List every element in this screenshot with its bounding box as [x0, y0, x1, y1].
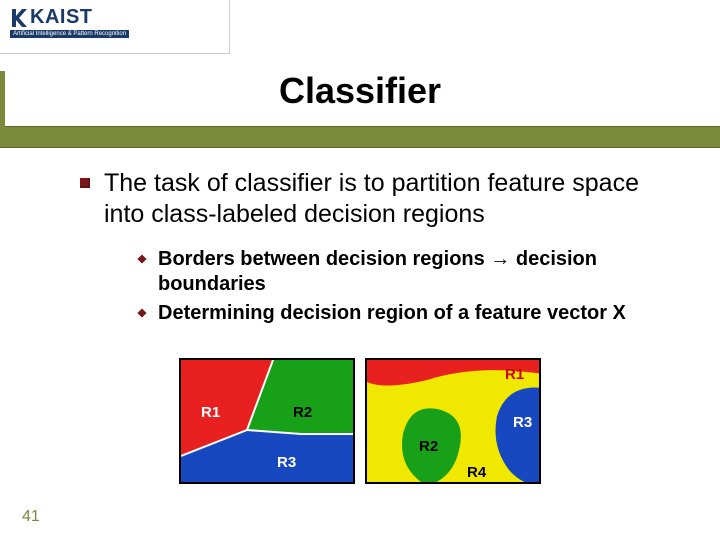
bullet-main-text: The task of classifier is to partition f…	[104, 168, 680, 231]
logo: KAIST Artificial Intelligence & Pattern …	[10, 6, 129, 38]
bullet-sub: Borders between decision regions → decis…	[138, 247, 680, 297]
figure-left: R1 R2 R3	[179, 358, 355, 484]
logo-top: KAIST	[10, 6, 129, 29]
bullet-marker-icon	[80, 178, 90, 188]
title-area: Classifier	[0, 70, 720, 112]
logo-text: KAIST	[30, 6, 93, 29]
bullet-sub-text: Borders between decision regions → decis…	[158, 247, 680, 297]
logo-mark-icon	[10, 7, 28, 29]
divider-bar	[0, 126, 720, 148]
slide: KAIST Artificial Intelligence & Pattern …	[0, 0, 720, 540]
figures-row: R1 R2 R3 R1 R2 R3 R4	[0, 358, 720, 484]
slide-title: Classifier	[0, 70, 720, 112]
region-label: R4	[467, 464, 486, 481]
region-label: R2	[419, 438, 438, 455]
content: The task of classifier is to partition f…	[80, 168, 680, 330]
bullet-sub: Determining decision region of a feature…	[138, 301, 680, 326]
region-label: R2	[293, 404, 312, 421]
page-number: 41	[22, 508, 40, 526]
region-label: R1	[505, 366, 524, 383]
bullet-sub-text: Determining decision region of a feature…	[158, 301, 626, 326]
region-label: R1	[201, 404, 220, 421]
bullet-marker-icon	[137, 308, 146, 317]
logo-subtitle: Artificial Intelligence & Pattern Recogn…	[10, 30, 129, 38]
sub-bullet-list: Borders between decision regions → decis…	[138, 247, 680, 326]
region-label: R3	[513, 414, 532, 431]
figure-right: R1 R2 R3 R4	[365, 358, 541, 484]
decision-regions-3-icon	[181, 360, 355, 484]
region-label: R3	[277, 454, 296, 471]
bullet-marker-icon	[137, 254, 146, 263]
bullet-main: The task of classifier is to partition f…	[80, 168, 680, 231]
